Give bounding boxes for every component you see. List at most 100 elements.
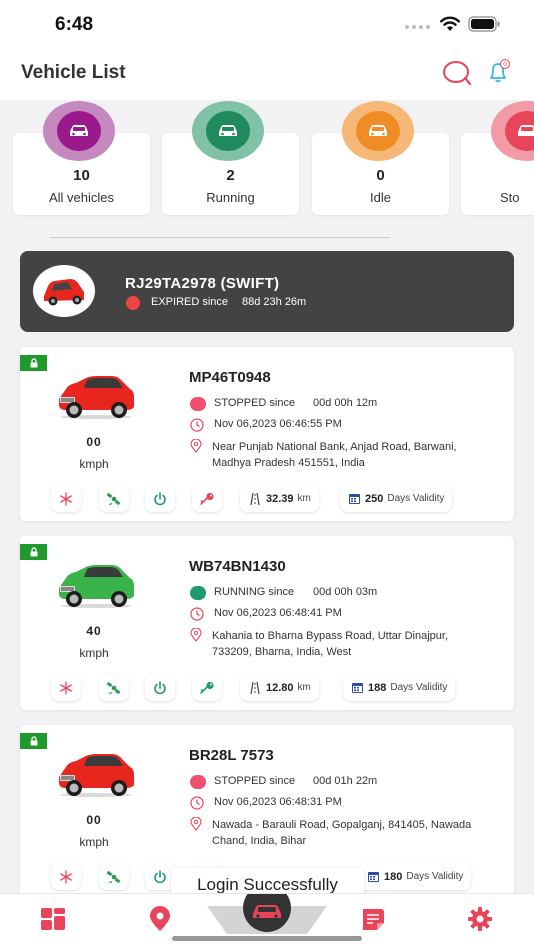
- satellite-icon: [106, 870, 121, 883]
- bottom-tab-bar: [0, 893, 534, 950]
- expired-status-dot: [126, 296, 140, 310]
- road-icon: [250, 681, 260, 694]
- summary-label: All vehicles: [48, 190, 115, 205]
- tab-reports[interactable]: [358, 906, 388, 932]
- share-location-button[interactable]: [99, 863, 129, 890]
- speed-unit: kmph: [79, 646, 109, 660]
- speed-unit: kmph: [79, 835, 109, 849]
- timestamp: Nov 06,2023 06:48:31 PM: [214, 796, 342, 808]
- dashboard-icon: [41, 908, 65, 930]
- clock-icon: [190, 607, 204, 621]
- address: Near Punjab National Bank, Anjad Road, B…: [212, 441, 457, 469]
- status-dot: [190, 775, 206, 789]
- report-icon: [363, 909, 384, 930]
- validity-label: Days Validity: [387, 493, 445, 504]
- timestamp: Nov 06,2023 06:48:41 PM: [214, 607, 342, 619]
- app-header: Vehicle List 0: [0, 48, 534, 100]
- location-pin-icon: [190, 817, 202, 831]
- lock-icon: [20, 733, 47, 749]
- summary-label: Running: [206, 190, 255, 205]
- share-location-button[interactable]: [99, 485, 129, 512]
- car-image: [59, 376, 134, 419]
- vehicle-plate: WB74BN1430: [189, 558, 286, 575]
- wifi-icon: [440, 16, 460, 31]
- immobilize-button[interactable]: [51, 863, 81, 890]
- odometer-chip: 12.80 km: [240, 674, 319, 701]
- speed-unit: kmph: [79, 457, 109, 471]
- distance-value: 12.80: [266, 681, 294, 694]
- summary-count: 10: [73, 167, 90, 184]
- calendar-icon: [368, 872, 379, 882]
- status-dot: [190, 586, 206, 600]
- settings-icon: [468, 907, 492, 931]
- expired-duration: 88d 23h 26m: [242, 296, 307, 308]
- expired-status-label: EXPIRED since: [151, 296, 229, 308]
- road-icon: [250, 492, 260, 505]
- status-label: RUNNING since: [214, 586, 295, 598]
- power-button[interactable]: [145, 674, 175, 701]
- validity-chip: 250 Days Validity: [340, 485, 453, 512]
- share-location-button[interactable]: [99, 674, 129, 701]
- key-icon: [200, 681, 214, 694]
- satellite-icon: [106, 681, 121, 694]
- lock-icon: [20, 355, 47, 371]
- tab-settings[interactable]: [465, 906, 495, 932]
- notification-bell-icon[interactable]: 0: [485, 58, 513, 86]
- status-dot: [190, 397, 206, 411]
- car-icon: [253, 905, 281, 918]
- vehicle-plate: MP46T0948: [189, 369, 271, 386]
- clock-icon: [190, 796, 204, 810]
- page-title: Vehicle List: [21, 62, 126, 83]
- speed-value: 00: [86, 813, 102, 827]
- status-duration: 00d 00h 12m: [313, 397, 378, 409]
- speed-value: 00: [86, 435, 102, 449]
- location-pin-icon: [190, 628, 202, 642]
- ignition-key-button[interactable]: [192, 674, 222, 701]
- power-button[interactable]: [145, 485, 175, 512]
- immobilize-button[interactable]: [51, 485, 81, 512]
- odometer-chip: 32.39 km: [240, 485, 319, 512]
- validity-label: Days Validity: [390, 682, 448, 693]
- summary-label: Sto: [500, 190, 520, 205]
- vehicle-card[interactable]: 00 kmph MP46T0948 STOPPED since 00d 00h …: [20, 347, 514, 521]
- distance-unit: km: [297, 682, 311, 693]
- car-image: [59, 754, 134, 797]
- address: Kahania to Bharna Bypass Road, Uttar Din…: [212, 630, 449, 658]
- validity-days: 188: [368, 681, 387, 694]
- status-label: STOPPED since: [214, 397, 296, 409]
- status-time: 6:48: [55, 14, 94, 35]
- signal-icon: [405, 25, 430, 29]
- vehicle-card[interactable]: 40 kmph WB74BN1430 RUNNING since 00d 00h…: [20, 536, 514, 710]
- lock-icon: [20, 544, 47, 560]
- map-pin-icon: [150, 906, 170, 931]
- snowflake-icon: [60, 680, 72, 695]
- running-vehicles-icon: [192, 101, 264, 161]
- key-icon: [200, 492, 214, 505]
- all-vehicles-icon: [43, 101, 115, 161]
- power-icon: [154, 491, 166, 505]
- timestamp: Nov 06,2023 06:46:55 PM: [214, 418, 342, 430]
- search-icon[interactable]: [442, 60, 472, 86]
- status-bar: 6:48: [0, 0, 534, 48]
- summary-count: 0: [376, 167, 385, 184]
- distance-value: 32.39: [266, 492, 294, 505]
- tab-map[interactable]: [145, 906, 175, 932]
- expired-vehicle-card[interactable]: RJ29TA2978 (SWIFT) EXPIRED since 88d 23h…: [20, 251, 514, 332]
- summary-count: 2: [226, 167, 235, 184]
- address: Nawada - Barauli Road, Gopalganj, 841405…: [212, 819, 472, 847]
- scroll-indicator: [50, 237, 390, 238]
- summary-label: Idle: [370, 190, 391, 205]
- car-avatar: [33, 265, 95, 317]
- ignition-key-button[interactable]: [192, 485, 222, 512]
- battery-icon: [468, 16, 500, 32]
- tab-dashboard[interactable]: [38, 906, 68, 932]
- validity-chip: 180 Days Validity: [359, 863, 472, 890]
- distance-unit: km: [297, 493, 311, 504]
- power-icon: [154, 680, 166, 694]
- tab-vehicles[interactable]: [207, 894, 327, 934]
- immobilize-button[interactable]: [51, 674, 81, 701]
- validity-label: Days Validity: [406, 871, 464, 882]
- snowflake-icon: [60, 869, 72, 884]
- calendar-icon: [352, 683, 363, 693]
- status-label: STOPPED since: [214, 775, 296, 787]
